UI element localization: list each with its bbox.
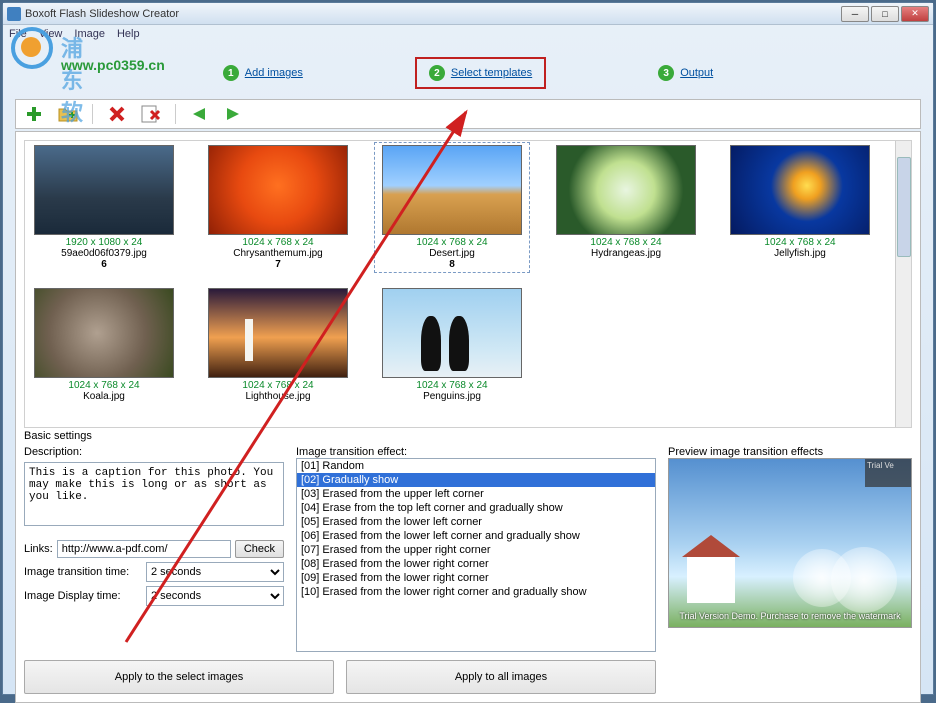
effect-option[interactable]: [09] Erased from the lower right corner bbox=[297, 571, 655, 585]
minimize-button[interactable]: ─ bbox=[841, 6, 869, 22]
thumbnail-image bbox=[382, 145, 522, 235]
effect-option[interactable]: [03] Erased from the upper left corner bbox=[297, 487, 655, 501]
links-input[interactable] bbox=[57, 540, 231, 558]
effect-option[interactable]: [02] Gradually show bbox=[297, 473, 655, 487]
thumbnail-item[interactable]: 1920 x 1080 x 24 59ae0d06f0379.jpg 6 bbox=[29, 145, 179, 270]
step-2-icon: 2 bbox=[429, 65, 445, 81]
preview-label: Preview image transition effects bbox=[668, 446, 823, 458]
step-1-icon: 1 bbox=[223, 65, 239, 81]
step-select-templates[interactable]: 2 Select templates bbox=[415, 57, 546, 89]
app-window: Boxoft Flash Slideshow Creator ─ □ ✕ Fil… bbox=[2, 2, 934, 695]
toolbar bbox=[15, 99, 921, 129]
trial-tag: Trial Ve bbox=[865, 459, 911, 487]
thumbnail-dimensions: 1024 x 768 x 24 bbox=[551, 237, 701, 248]
wizard-steps: 1 Add images 2 Select templates 3 Output bbox=[3, 49, 933, 97]
add-image-icon[interactable] bbox=[24, 104, 44, 124]
display-time-select[interactable]: 2 seconds bbox=[146, 586, 284, 606]
thumbnail-item[interactable]: 1024 x 768 x 24 Lighthouse.jpg bbox=[203, 288, 353, 402]
title-bar: Boxoft Flash Slideshow Creator ─ □ ✕ bbox=[3, 3, 933, 25]
toolbar-separator bbox=[92, 104, 93, 124]
menu-help[interactable]: Help bbox=[117, 28, 140, 40]
check-button[interactable]: Check bbox=[235, 540, 284, 558]
settings-panel: Description: Links: Check Image transiti… bbox=[24, 446, 912, 652]
delete-icon[interactable] bbox=[107, 104, 127, 124]
effect-option[interactable]: [04] Erase from the top left corner and … bbox=[297, 501, 655, 515]
thumbnail-item[interactable]: 1024 x 768 x 24 Jellyfish.jpg bbox=[725, 145, 875, 270]
apply-to-all-button[interactable]: Apply to all images bbox=[346, 660, 656, 694]
thumbnail-image bbox=[208, 145, 348, 235]
step-add-images[interactable]: 1 Add images bbox=[211, 59, 315, 87]
content-area: 1920 x 1080 x 24 59ae0d06f0379.jpg 6 102… bbox=[15, 131, 921, 703]
thumbnail-image bbox=[34, 145, 174, 235]
menu-bar: File View Image Help bbox=[3, 25, 933, 43]
window-title: Boxoft Flash Slideshow Creator bbox=[25, 8, 841, 20]
links-label: Links: bbox=[24, 543, 53, 555]
transition-time-label: Image transition time: bbox=[24, 566, 142, 578]
thumbnail-item[interactable]: 1024 x 768 x 24 Chrysanthemum.jpg 7 bbox=[203, 145, 353, 270]
next-icon[interactable] bbox=[224, 104, 244, 124]
basic-settings-label: Basic settings bbox=[24, 430, 912, 442]
thumbnail-dimensions: 1024 x 768 x 24 bbox=[377, 237, 527, 248]
thumbnail-filename: Hydrangeas.jpg bbox=[551, 248, 701, 259]
menu-view[interactable]: View bbox=[39, 28, 63, 40]
thumbnail-index: 8 bbox=[377, 259, 527, 270]
thumbnail-filename: Chrysanthemum.jpg bbox=[203, 248, 353, 259]
description-input[interactable] bbox=[24, 462, 284, 526]
effect-option[interactable]: [10] Erased from the lower right corner … bbox=[297, 585, 655, 599]
thumbnail-filename: Penguins.jpg bbox=[377, 391, 527, 402]
thumbnail-dimensions: 1024 x 768 x 24 bbox=[29, 380, 179, 391]
add-folder-icon[interactable] bbox=[58, 104, 78, 124]
image-gallery: 1920 x 1080 x 24 59ae0d06f0379.jpg 6 102… bbox=[24, 140, 912, 428]
previous-icon[interactable] bbox=[190, 104, 210, 124]
menu-file[interactable]: File bbox=[9, 28, 27, 40]
gallery-scrollbar[interactable] bbox=[895, 141, 911, 427]
thumbnail-dimensions: 1024 x 768 x 24 bbox=[203, 380, 353, 391]
preview-image: Trial Ve Trial Version Demo. Purchase to… bbox=[668, 458, 912, 628]
thumbnail-dimensions: 1024 x 768 x 24 bbox=[377, 380, 527, 391]
thumbnail-filename: 59ae0d06f0379.jpg bbox=[29, 248, 179, 259]
thumbnail-item[interactable]: 1024 x 768 x 24 Hydrangeas.jpg bbox=[551, 145, 701, 270]
effect-option[interactable]: [08] Erased from the lower right corner bbox=[297, 557, 655, 571]
transition-time-select[interactable]: 2 seconds bbox=[146, 562, 284, 582]
thumbnail-image bbox=[730, 145, 870, 235]
thumbnail-image bbox=[382, 288, 522, 378]
thumbnail-filename: Lighthouse.jpg bbox=[203, 391, 353, 402]
toolbar-separator bbox=[175, 104, 176, 124]
thumbnail-dimensions: 1024 x 768 x 24 bbox=[725, 237, 875, 248]
menu-image[interactable]: Image bbox=[74, 28, 105, 40]
thumbnail-item[interactable]: 1024 x 768 x 24 Penguins.jpg bbox=[377, 288, 527, 402]
app-icon bbox=[7, 7, 21, 21]
apply-to-select-button[interactable]: Apply to the select images bbox=[24, 660, 334, 694]
display-time-label: Image Display time: bbox=[24, 590, 142, 602]
maximize-button[interactable]: □ bbox=[871, 6, 899, 22]
thumbnail-item[interactable]: 1024 x 768 x 24 Desert.jpg 8 bbox=[377, 145, 527, 270]
thumbnail-index: 7 bbox=[203, 259, 353, 270]
step-3-icon: 3 bbox=[658, 65, 674, 81]
thumbnail-image bbox=[34, 288, 174, 378]
step-output[interactable]: 3 Output bbox=[646, 59, 725, 87]
thumbnail-filename: Desert.jpg bbox=[377, 248, 527, 259]
delete-all-icon[interactable] bbox=[141, 104, 161, 124]
effect-option[interactable]: [05] Erased from the lower left corner bbox=[297, 515, 655, 529]
description-label: Description: bbox=[24, 446, 284, 458]
close-button[interactable]: ✕ bbox=[901, 6, 929, 22]
effect-option[interactable]: [07] Erased from the upper right corner bbox=[297, 543, 655, 557]
effect-option[interactable]: [06] Erased from the lower left corner a… bbox=[297, 529, 655, 543]
thumbnail-dimensions: 1920 x 1080 x 24 bbox=[29, 237, 179, 248]
thumbnail-filename: Koala.jpg bbox=[29, 391, 179, 402]
effect-list[interactable]: [01] Random[02] Gradually show[03] Erase… bbox=[296, 458, 656, 652]
effect-option[interactable]: [01] Random bbox=[297, 459, 655, 473]
preview-watermark-text: Trial Version Demo. Purchase to remove t… bbox=[669, 611, 911, 621]
thumbnail-item[interactable]: 1024 x 768 x 24 Koala.jpg bbox=[29, 288, 179, 402]
thumbnail-image bbox=[208, 288, 348, 378]
thumbnail-image bbox=[556, 145, 696, 235]
thumbnail-index: 6 bbox=[29, 259, 179, 270]
thumbnail-dimensions: 1024 x 768 x 24 bbox=[203, 237, 353, 248]
thumbnail-filename: Jellyfish.jpg bbox=[725, 248, 875, 259]
effect-label: Image transition effect: bbox=[296, 446, 656, 458]
